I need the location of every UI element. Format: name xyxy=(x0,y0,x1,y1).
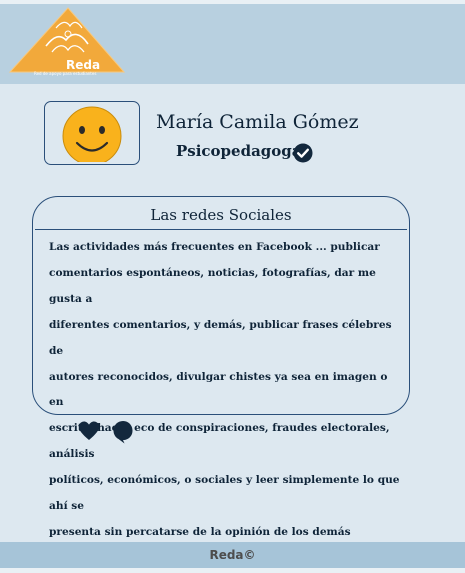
profile-role: Psicopedagoga xyxy=(176,142,302,160)
post-title: Las redes Sociales xyxy=(150,206,292,224)
verified-check-icon xyxy=(293,143,313,163)
post-line: autores reconocidos, divulgar chistes ya… xyxy=(49,370,388,409)
post-card: Las redes Sociales Las actividades más f… xyxy=(32,196,410,538)
post-line: políticos, económicos, o sociales y leer… xyxy=(49,474,400,513)
post-body: Las actividades más frecuentes en Facebo… xyxy=(49,235,401,546)
post-divider xyxy=(35,229,407,230)
heart-icon[interactable] xyxy=(78,420,100,442)
post-line: diferentes comentarios, y demás, publica… xyxy=(49,318,392,357)
footer-text: Reda© xyxy=(209,548,256,562)
post-line: comentarios espontáneos, noticias, fotog… xyxy=(49,266,376,305)
logo-name: Reda xyxy=(66,58,101,72)
post-line: escrito, hacer eco de conspiraciones, fr… xyxy=(49,422,390,461)
smiley-face-icon xyxy=(62,106,122,162)
bottom-strip xyxy=(0,568,465,573)
reda-logo[interactable]: Reda Red de apoyo para estudiantes xyxy=(6,6,130,80)
post-line: Las actividades más frecuentes en Facebo… xyxy=(49,241,380,253)
footer: Reda© xyxy=(0,542,465,568)
logo-tagline: Red de apoyo para estudiantes xyxy=(34,71,97,76)
speech-bubble-icon[interactable] xyxy=(112,420,134,444)
avatar[interactable] xyxy=(44,101,140,165)
profile-name[interactable]: María Camila Gómez xyxy=(156,111,359,133)
